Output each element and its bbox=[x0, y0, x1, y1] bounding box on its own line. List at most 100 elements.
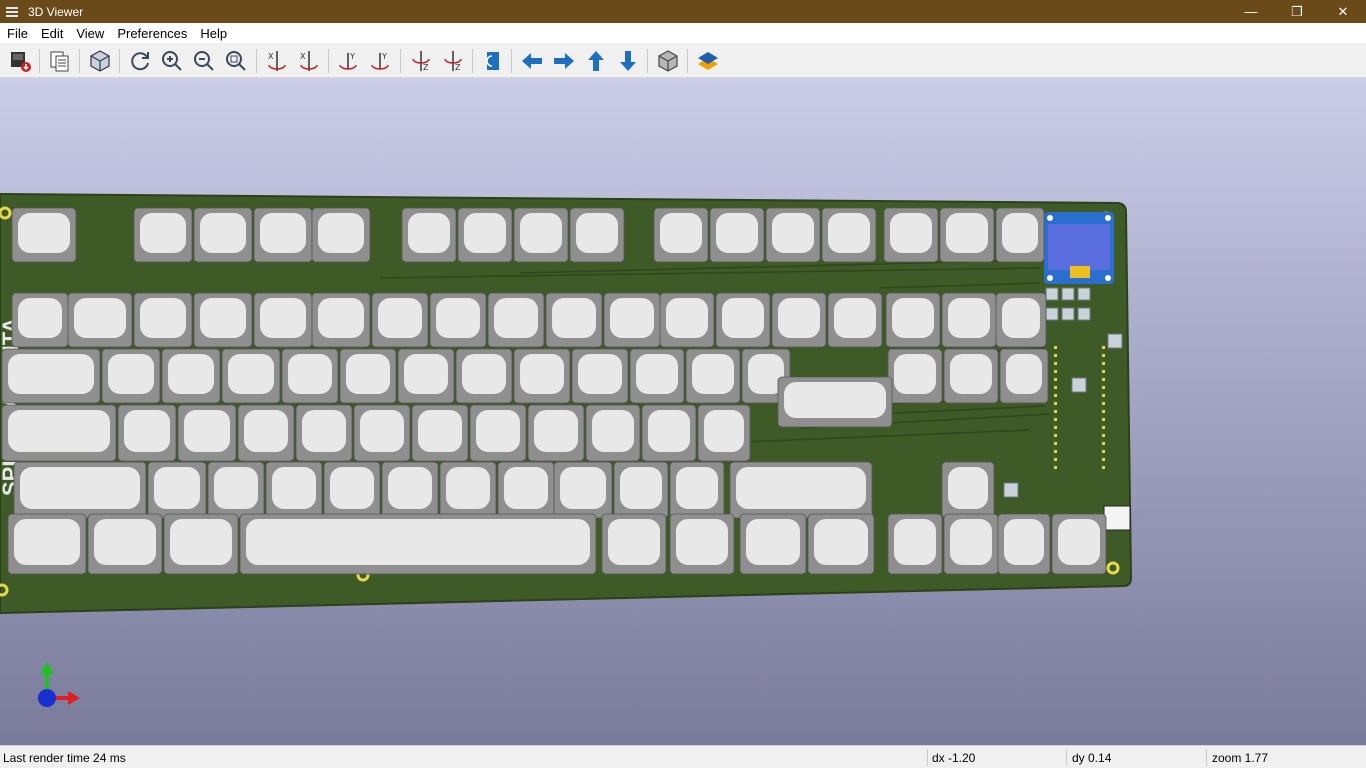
zoom-out-icon[interactable] bbox=[190, 47, 218, 75]
keycap bbox=[527, 404, 585, 462]
flip-board-icon[interactable] bbox=[478, 47, 506, 75]
keycap bbox=[601, 513, 667, 575]
keycap bbox=[553, 461, 613, 519]
keycap bbox=[381, 461, 439, 519]
menu-preferences[interactable]: Preferences bbox=[110, 26, 193, 41]
keycap bbox=[715, 292, 771, 348]
reload-icon[interactable] bbox=[126, 47, 154, 75]
keycap bbox=[147, 461, 207, 519]
keycap bbox=[641, 404, 697, 462]
minimize-button[interactable]: — bbox=[1228, 0, 1274, 23]
orthographic-icon[interactable] bbox=[654, 47, 682, 75]
keycap bbox=[569, 207, 625, 263]
keycap bbox=[207, 461, 265, 519]
rotate-x-cw-icon[interactable]: X bbox=[263, 47, 291, 75]
maximize-button[interactable]: ❐ bbox=[1274, 0, 1320, 23]
move-right-icon[interactable] bbox=[550, 47, 578, 75]
copy-icon[interactable] bbox=[46, 47, 74, 75]
keycap bbox=[709, 207, 765, 263]
keycap bbox=[353, 404, 411, 462]
keycap bbox=[629, 348, 685, 404]
rotate-z-ccw-icon[interactable]: Z bbox=[439, 47, 467, 75]
keycap bbox=[729, 461, 873, 519]
keycap bbox=[101, 348, 161, 404]
move-down-icon[interactable] bbox=[614, 47, 642, 75]
keycap bbox=[497, 461, 555, 519]
zoom-status: zoom 1.77 bbox=[1212, 751, 1269, 765]
keycap bbox=[457, 207, 513, 263]
rotate-x-ccw-icon[interactable]: X bbox=[295, 47, 323, 75]
3d-viewport[interactable]: SPIDER ANANTA bbox=[0, 78, 1366, 745]
keycap bbox=[943, 348, 999, 404]
keycap bbox=[1051, 513, 1107, 575]
keycap bbox=[411, 404, 469, 462]
keycap bbox=[295, 404, 353, 462]
keycap bbox=[239, 513, 597, 575]
export-image-icon[interactable] bbox=[6, 47, 34, 75]
keycap bbox=[807, 513, 875, 575]
menu-help[interactable]: Help bbox=[193, 26, 233, 41]
app-icon bbox=[6, 6, 20, 18]
render-time-status: Last render time 24 ms bbox=[3, 751, 126, 765]
keycap bbox=[237, 404, 295, 462]
keycap bbox=[221, 348, 281, 404]
keycap bbox=[253, 292, 313, 348]
rotate-y-cw-icon[interactable]: Y bbox=[334, 47, 362, 75]
keycap bbox=[193, 292, 253, 348]
keycap bbox=[1, 348, 101, 404]
menu-view[interactable]: View bbox=[69, 26, 110, 41]
keycap bbox=[613, 461, 669, 519]
zoom-fit-icon[interactable] bbox=[222, 47, 250, 75]
svg-text:X: X bbox=[300, 52, 306, 61]
svg-text:Z: Z bbox=[423, 63, 429, 72]
keycap bbox=[133, 292, 193, 348]
keycap bbox=[161, 348, 221, 404]
keycap bbox=[603, 292, 661, 348]
move-left-icon[interactable] bbox=[518, 47, 546, 75]
keycap bbox=[669, 513, 735, 575]
oled-display bbox=[1044, 212, 1114, 284]
menu-edit[interactable]: Edit bbox=[34, 26, 69, 41]
svg-text:Y: Y bbox=[381, 52, 387, 61]
close-button[interactable]: ✕ bbox=[1320, 0, 1366, 23]
keycap bbox=[513, 207, 569, 263]
keycap bbox=[177, 404, 237, 462]
toolbar: X X Y Y Z Z bbox=[0, 43, 1366, 78]
keycap bbox=[821, 207, 877, 263]
keycap bbox=[697, 404, 751, 462]
menu-bar: File Edit View Preferences Help bbox=[0, 23, 1366, 43]
layers-icon[interactable] bbox=[694, 47, 722, 75]
keycap bbox=[685, 348, 741, 404]
keycap bbox=[827, 292, 883, 348]
rotate-z-cw-icon[interactable]: Z bbox=[407, 47, 435, 75]
menu-file[interactable]: File bbox=[0, 26, 34, 41]
keycap bbox=[7, 513, 87, 575]
rotate-y-ccw-icon[interactable]: Y bbox=[366, 47, 394, 75]
axis-gizmo bbox=[38, 662, 80, 707]
move-up-icon[interactable] bbox=[582, 47, 610, 75]
zoom-in-icon[interactable] bbox=[158, 47, 186, 75]
keycap bbox=[253, 207, 313, 263]
keycap bbox=[487, 292, 545, 348]
keycap bbox=[401, 207, 457, 263]
keycap bbox=[999, 348, 1049, 404]
dx-status: dx -1.20 bbox=[932, 751, 976, 765]
keycap bbox=[193, 207, 253, 263]
keycap bbox=[1, 404, 117, 462]
keycap bbox=[943, 513, 999, 575]
keycap bbox=[117, 404, 177, 462]
title-bar: 3D Viewer — ❐ ✕ bbox=[0, 0, 1366, 23]
keycap bbox=[87, 513, 163, 575]
keycap bbox=[265, 461, 323, 519]
keycap bbox=[545, 292, 603, 348]
keycap bbox=[133, 207, 193, 263]
keycap bbox=[777, 376, 893, 428]
keycap bbox=[13, 461, 147, 519]
dy-status: dy 0.14 bbox=[1072, 751, 1112, 765]
keycap bbox=[995, 207, 1045, 263]
raytracing-cube-icon[interactable] bbox=[86, 47, 114, 75]
keycap bbox=[887, 513, 943, 575]
keycap bbox=[11, 292, 69, 348]
keycap bbox=[311, 207, 371, 263]
keycap bbox=[323, 461, 381, 519]
